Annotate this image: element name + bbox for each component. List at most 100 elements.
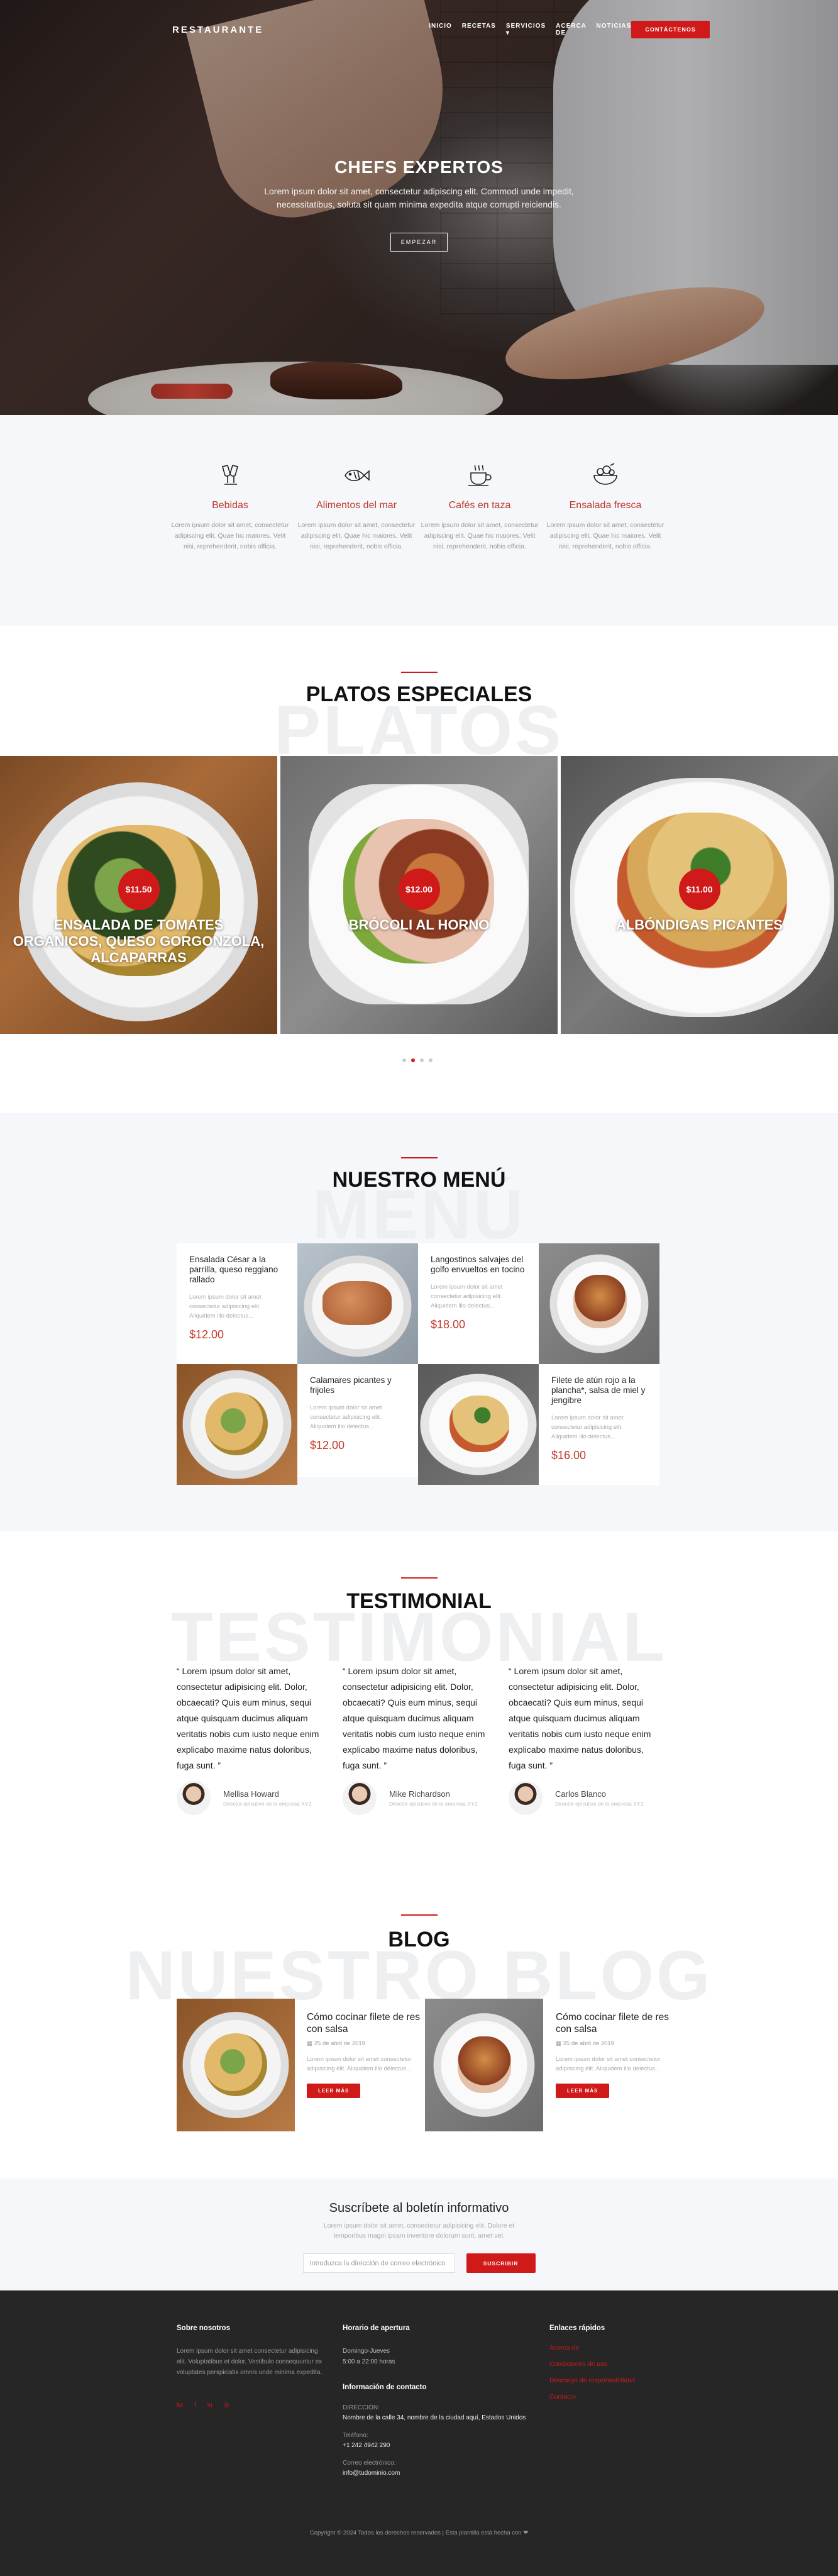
blog-post-title[interactable]: Cómo cocinar filete de res con salsa: [556, 2011, 675, 2035]
blog-post: Cómo cocinar filete de res con salsa ▦ 2…: [307, 2011, 426, 2098]
carousel-dot[interactable]: [402, 1058, 406, 1062]
blog-post-excerpt: Lorem ipsum dolor sit amet consectetur a…: [556, 2056, 661, 2072]
feature-text: Lorem ipsum dolor sit amet, consectetur …: [171, 521, 289, 550]
menu-item-price: $12.00: [189, 1328, 224, 1341]
footer: Sobre nosotros Lorem ipsum dolor sit ame…: [0, 2290, 838, 2576]
feature-title: Bebidas: [212, 500, 248, 511]
linkedin-icon[interactable]: in: [207, 2402, 212, 2409]
section-divider: [401, 1157, 438, 1158]
subscribe-button[interactable]: SUSCRIBIR: [466, 2253, 536, 2273]
copyright: Copyright © 2024 Todos los derechos rese…: [309, 2529, 529, 2536]
contact-button[interactable]: CONTÁCTENOS: [631, 21, 710, 38]
feature-title: Cafés en taza: [448, 500, 511, 511]
testimonial-title: TESTIMONIAL: [346, 1589, 492, 1613]
email-value[interactable]: info@tudominio.com: [343, 2468, 531, 2478]
read-more-button[interactable]: LEER MÁS: [556, 2084, 610, 2098]
menu-item-price: $18.00: [431, 1318, 466, 1331]
author-role: Director ejecutivo de la empresa XYZ: [555, 1801, 644, 1807]
drinks-icon: [170, 462, 290, 489]
nav-item-recetas[interactable]: RECETAS: [462, 23, 496, 36]
instagram-icon[interactable]: ◎: [224, 2402, 229, 2409]
nav-item-acerca[interactable]: ACERCA DE: [556, 23, 586, 36]
footer-heading: Horario de apertura: [343, 2324, 410, 2332]
hero-content: CHEFS EXPERTOS Lorem ipsum dolor sit ame…: [0, 157, 838, 252]
newsletter-form: Introduzca la dirección de correo electr…: [0, 2253, 838, 2273]
special-dish-card[interactable]: $12.00 BRÓCOLI AL HORNO: [280, 756, 558, 1034]
hero-title: CHEFS EXPERTOS: [334, 157, 504, 177]
testimonial-author: Mike Richardson Director ejecutivo de la …: [343, 1781, 478, 1815]
nav-item-servicios[interactable]: SERVICIOS ▾: [506, 23, 546, 36]
menu-item-image: [539, 1243, 659, 1364]
blog-post-title[interactable]: Cómo cocinar filete de res con salsa: [307, 2011, 426, 2035]
feature-title: Ensalada fresca: [569, 500, 642, 511]
feature-title: Alimentos del mar: [316, 500, 397, 511]
testimonial-quote: “ Lorem ipsum dolor sit amet, consectetu…: [177, 1666, 319, 1770]
section-divider: [401, 1577, 438, 1579]
newsletter-text-line1: Lorem ipsum dolor sit amet, consectetur …: [323, 2222, 515, 2229]
blog-post-date: ▦ 25 de abril de 2019: [556, 2040, 614, 2047]
nav-item-inicio[interactable]: INICIO: [429, 23, 452, 36]
dish-name: BRÓCOLI AL HORNO: [348, 917, 490, 933]
hours-days: Domingo-Jueves: [343, 2348, 390, 2355]
carousel-dots: [402, 1058, 433, 1062]
menu-item-desc: Lorem ipsum dolor sit amet consectetur a…: [431, 1284, 503, 1309]
menu-item-name: Filete de atún rojo a la plancha*, salsa…: [551, 1375, 646, 1405]
testimonial-quote: “ Lorem ipsum dolor sit amet, consectetu…: [343, 1666, 485, 1770]
menu-item-name: Calamares picantes y frijoles: [310, 1375, 392, 1395]
top-nav: RESTAURANTE INICIO RECETAS SERVICIOS ▾ A…: [172, 19, 710, 40]
hero-section: CHEFS EXPERTOS Lorem ipsum dolor sit ame…: [0, 0, 838, 415]
footer-link-contact[interactable]: Contacto: [549, 2389, 663, 2405]
footer-about: Sobre nosotros Lorem ipsum dolor sit ame…: [177, 2324, 328, 2409]
menu-item-card[interactable]: Ensalada César a la parrilla, queso regg…: [177, 1243, 297, 1364]
menu-item-image: [297, 1243, 418, 1364]
footer-link-terms[interactable]: Condiciones de uso: [549, 2356, 663, 2372]
blog-post: Cómo cocinar filete de res con salsa ▦ 2…: [556, 2011, 675, 2098]
carousel-dot[interactable]: [429, 1058, 433, 1062]
menu-item-image: [418, 1364, 539, 1485]
social-links: tw f in ◎: [177, 2402, 328, 2409]
section-divider: [401, 1914, 438, 1916]
menu-item-desc: Lorem ipsum dolor sit amet consectetur a…: [551, 1414, 624, 1440]
blog-post-image[interactable]: [425, 1999, 543, 2131]
hero-text-line2: necessitatibus, soluta sit quam minima e…: [277, 199, 561, 209]
avatar: [509, 1781, 543, 1815]
menu-item-image: [177, 1364, 297, 1485]
twitter-icon[interactable]: tw: [177, 2402, 183, 2409]
feature-salad: Ensalada fresca Lorem ipsum dolor sit am…: [546, 462, 665, 552]
footer-link-disclaimer[interactable]: Descargo de responsabilidad: [549, 2372, 663, 2389]
special-dish-card[interactable]: $11.00 ALBÓNDIGAS PICANTES: [561, 756, 838, 1034]
dish-price-badge: $12.00: [398, 869, 440, 911]
start-button[interactable]: EMPEZAR: [390, 233, 448, 252]
carousel-dot-active[interactable]: [411, 1058, 415, 1062]
address-label: DIRECCIÓN:: [343, 2404, 380, 2411]
footer-links: Enlaces rápidos Acerca de Condiciones de…: [549, 2324, 663, 2405]
avatar: [177, 1781, 211, 1815]
carousel-dot[interactable]: [420, 1058, 424, 1062]
specials-title: PLATOS ESPECIALES: [306, 682, 532, 706]
menu-section: MENÚ NUESTRO MENÚ Ensalada César a la pa…: [0, 1113, 838, 1531]
nav-item-noticias[interactable]: NOTICIAS: [597, 23, 632, 36]
special-dish-card[interactable]: $11.50 ENSALADA DE TOMATES ORGÁNICOS, QU…: [0, 756, 277, 1034]
fish-icon: [297, 462, 416, 489]
feature-coffee: Cafés en taza Lorem ipsum dolor sit amet…: [420, 462, 539, 552]
phone-label: Teléfono:: [343, 2432, 368, 2439]
blog-post-image[interactable]: [177, 1999, 295, 2131]
menu-item-card[interactable]: Calamares picantes y frijoles Lorem ipsu…: [297, 1364, 418, 1477]
blog-post-excerpt: Lorem ipsum dolor sit amet consectetur a…: [307, 2056, 412, 2072]
facebook-icon[interactable]: f: [194, 2402, 196, 2409]
feature-text: Lorem ipsum dolor sit amet, consectetur …: [421, 521, 539, 550]
menu-item-price: $12.00: [310, 1439, 345, 1452]
menu-item-card[interactable]: Filete de atún rojo a la plancha*, salsa…: [539, 1364, 659, 1485]
menu-item-price: $16.00: [551, 1449, 587, 1462]
newsletter-section: Suscríbete al boletín informativo Lorem …: [0, 2179, 838, 2290]
brand-logo[interactable]: RESTAURANTE: [172, 25, 263, 35]
newsletter-title: Suscríbete al boletín informativo: [329, 2201, 509, 2215]
footer-heading: Información de contacto: [343, 2384, 427, 2391]
newsletter-text-line2: temporibus magni ipsam inventore dolorum…: [333, 2232, 505, 2240]
email-input[interactable]: Introduzca la dirección de correo electr…: [302, 2253, 455, 2273]
read-more-button[interactable]: LEER MÁS: [307, 2084, 361, 2098]
menu-item-desc: Lorem ipsum dolor sit amet consectetur a…: [310, 1404, 382, 1430]
testimonial-author: Carlos Blanco Director ejecutivo de la em…: [509, 1781, 644, 1815]
menu-item-card[interactable]: Langostinos salvajes del golfo envueltos…: [418, 1243, 539, 1364]
footer-link-about[interactable]: Acerca de: [549, 2340, 663, 2356]
